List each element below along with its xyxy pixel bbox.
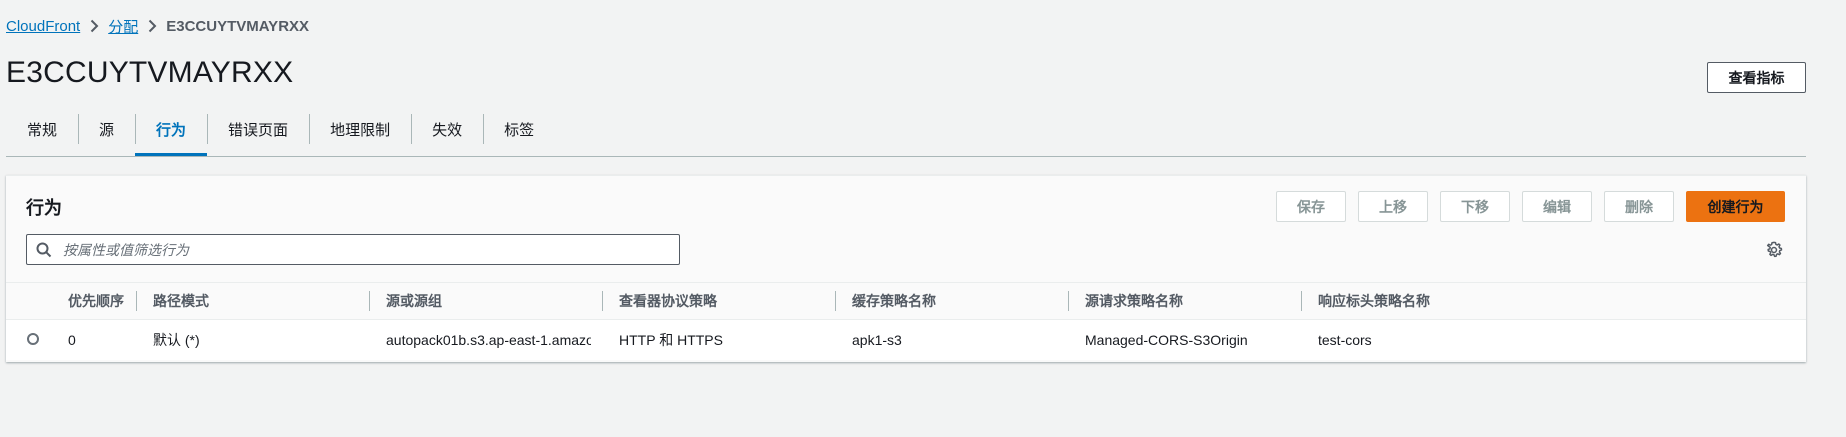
tab-error-pages[interactable]: 错误页面 [207,110,309,148]
cell-cache-policy: apk1-s3 [852,332,902,348]
column-header-viewer-protocol[interactable]: 查看器协议策略 [619,283,717,319]
tab-behaviors[interactable]: 行为 [135,110,208,156]
column-divider[interactable] [1068,291,1069,311]
view-metrics-button[interactable]: 查看指标 [1707,62,1806,93]
behavior-filter-input[interactable] [61,240,679,259]
tab-invalidations[interactable]: 失效 [411,110,483,148]
save-button[interactable]: 保存 [1276,191,1346,222]
cell-path-pattern: 默认 (*) [153,332,200,348]
tab-general[interactable]: 常规 [6,110,78,148]
settings-gear-icon[interactable] [1764,240,1784,260]
cell-viewer-protocol: HTTP 和 HTTPS [619,332,723,348]
breadcrumb-current: E3CCUYTVMAYRXX [166,17,310,35]
tab-tags[interactable]: 标签 [483,110,555,148]
search-icon [27,235,61,264]
column-header-origin[interactable]: 源或源组 [386,283,442,319]
chevron-right-icon [138,19,166,33]
row-select-radio-icon[interactable] [27,333,39,345]
page-title: E3CCUYTVMAYRXX [6,56,294,89]
breadcrumb: CloudFront 分配 E3CCUYTVMAYRXX [6,16,309,36]
cell-priority: 0 [68,332,76,348]
cell-origin: autopack01b.s3.ap-east-1.amazon… [386,332,591,348]
column-header-origin-request-policy[interactable]: 源请求策略名称 [1085,283,1183,319]
cell-response-headers-policy: test-cors [1318,332,1372,348]
create-behavior-button[interactable]: 创建行为 [1686,191,1785,222]
column-divider[interactable] [369,291,370,311]
behaviors-table-header: 优先顺序 路径模式 源或源组 查看器协议策略 缓存策略名称 源请求策略名称 响应… [6,282,1806,320]
cell-origin-request-policy: Managed-CORS-S3Origin [1085,332,1248,348]
column-header-path-pattern[interactable]: 路径模式 [153,283,209,319]
delete-button[interactable]: 删除 [1604,191,1674,222]
breadcrumb-distributions-link[interactable]: 分配 [108,16,138,37]
column-header-cache-policy[interactable]: 缓存策略名称 [852,283,936,319]
move-down-button[interactable]: 下移 [1440,191,1510,222]
tab-bar: 常规 源 行为 错误页面 地理限制 失效 标签 [6,110,555,156]
column-header-priority[interactable]: 优先顺序 [68,283,124,319]
table-row[interactable]: 0 默认 (*) autopack01b.s3.ap-east-1.amazon… [6,320,1806,360]
chevron-right-icon [80,19,108,33]
tab-geo-restriction[interactable]: 地理限制 [309,110,411,148]
behaviors-panel: 行为 保存 上移 下移 编辑 删除 创建行为 优先顺序 路径模式 源或源组 查看… [6,175,1806,362]
behavior-filter[interactable] [26,234,680,265]
tab-origins[interactable]: 源 [78,110,135,148]
column-divider[interactable] [136,291,137,311]
tabs-divider [6,156,1806,157]
move-up-button[interactable]: 上移 [1358,191,1428,222]
column-divider[interactable] [602,291,603,311]
column-divider[interactable] [835,291,836,311]
edit-button[interactable]: 编辑 [1522,191,1592,222]
column-divider[interactable] [1301,291,1302,311]
breadcrumb-cloudfront-link[interactable]: CloudFront [6,18,80,35]
column-header-response-headers-policy[interactable]: 响应标头策略名称 [1318,283,1430,319]
panel-title: 行为 [26,198,62,218]
